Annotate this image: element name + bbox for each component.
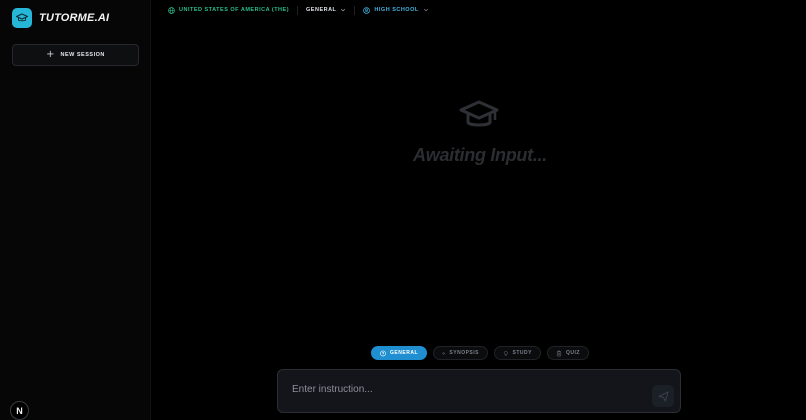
send-button[interactable]	[652, 385, 674, 407]
user-badge[interactable]: N	[10, 401, 29, 420]
send-icon	[657, 390, 669, 402]
graduation-cap-icon	[12, 8, 32, 28]
empty-state-text: Awaiting Input...	[413, 145, 547, 165]
instruction-input[interactable]	[290, 382, 640, 404]
globe-icon	[168, 6, 175, 14]
mode-tab-synopsis[interactable]: SYNOPSIS	[433, 346, 488, 360]
help-circle-icon	[380, 350, 386, 356]
graduation-cap-icon	[459, 100, 499, 127]
level-label: HIGH SCHOOL	[374, 7, 419, 13]
level-selector[interactable]: HIGH SCHOOL	[363, 3, 428, 17]
new-session-label: NEW SESSION	[60, 52, 105, 58]
new-session-button[interactable]: + NEW SESSION	[12, 44, 139, 66]
brand[interactable]: TUTORME.AI	[12, 8, 109, 28]
mode-tabs: GENERAL SYNOPSIS STUDY QUIZ	[371, 346, 589, 360]
app-root: TUTORME.AI + NEW SESSION N UNITED STATES…	[0, 0, 806, 420]
mode-tab-quiz[interactable]: QUIZ	[547, 346, 589, 360]
country-selector[interactable]: UNITED STATES OF AMERICA (THE)	[168, 3, 289, 17]
chevron-down-icon	[423, 8, 428, 12]
instruction-composer	[277, 369, 681, 413]
sidebar: TUTORME.AI + NEW SESSION N	[0, 0, 151, 420]
mode-label: GENERAL	[390, 350, 418, 356]
country-label: UNITED STATES OF AMERICA (THE)	[179, 7, 290, 13]
subject-selector[interactable]: GENERAL	[306, 3, 346, 17]
mode-label: STUDY	[512, 350, 532, 356]
divider	[297, 5, 299, 15]
context-selectors: UNITED STATES OF AMERICA (THE) GENERAL H…	[168, 3, 429, 17]
subject-label: GENERAL	[306, 7, 337, 13]
user-circle-icon	[363, 6, 371, 14]
divider	[354, 5, 356, 15]
clipboard-icon	[556, 350, 562, 356]
mode-tab-study[interactable]: STUDY	[494, 346, 541, 360]
chevron-down-icon	[341, 8, 346, 12]
lightbulb-icon	[503, 350, 508, 356]
sparkle-icon	[442, 351, 446, 355]
brand-name: TUTORME.AI	[39, 12, 110, 24]
plus-icon: +	[46, 49, 55, 60]
mode-tab-general[interactable]: GENERAL	[371, 346, 427, 360]
mode-label: QUIZ	[566, 350, 580, 356]
mode-label: SYNOPSIS	[449, 350, 479, 356]
